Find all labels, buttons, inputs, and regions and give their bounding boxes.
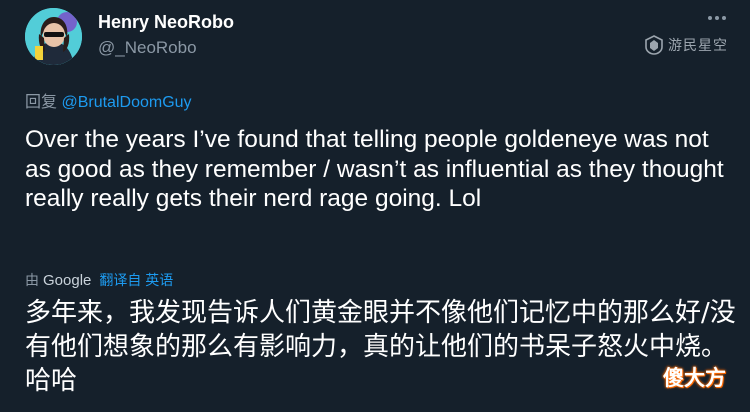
tweet-text: Over the years I’ve found that telling p…	[25, 126, 724, 212]
user-handle[interactable]: @_NeoRobo	[98, 38, 197, 58]
watermark-text: 游民星空	[668, 37, 728, 53]
reply-context: 回复 @BrutalDoomGuy	[25, 88, 192, 112]
watermark-bottom: 傻大方	[663, 366, 726, 390]
display-name[interactable]: Henry NeoRobo	[98, 12, 234, 33]
reply-prefix: 回复	[25, 94, 58, 111]
more-horizontal-icon[interactable]	[705, 10, 729, 26]
translation-attribution: 由 Google 翻译自 英语	[25, 270, 173, 290]
translated-text: 多年来，我发现告诉人们黄金眼并不像他们记忆中的那么好/没有他们想象的那么有影响力…	[25, 298, 736, 396]
tweet-card: Henry NeoRobo @_NeoRobo 游民星空 回复 @BrutalD…	[0, 0, 750, 412]
translated-from-link[interactable]: 翻译自 英语	[99, 270, 173, 290]
avatar[interactable]	[25, 8, 82, 65]
watermark-emblem-icon	[645, 35, 663, 55]
watermark-logo: 游民星空	[644, 34, 728, 56]
google-logo: Google	[43, 271, 92, 289]
translated-by-label: 由	[25, 272, 39, 288]
reply-mention-link[interactable]: @BrutalDoomGuy	[61, 94, 191, 111]
